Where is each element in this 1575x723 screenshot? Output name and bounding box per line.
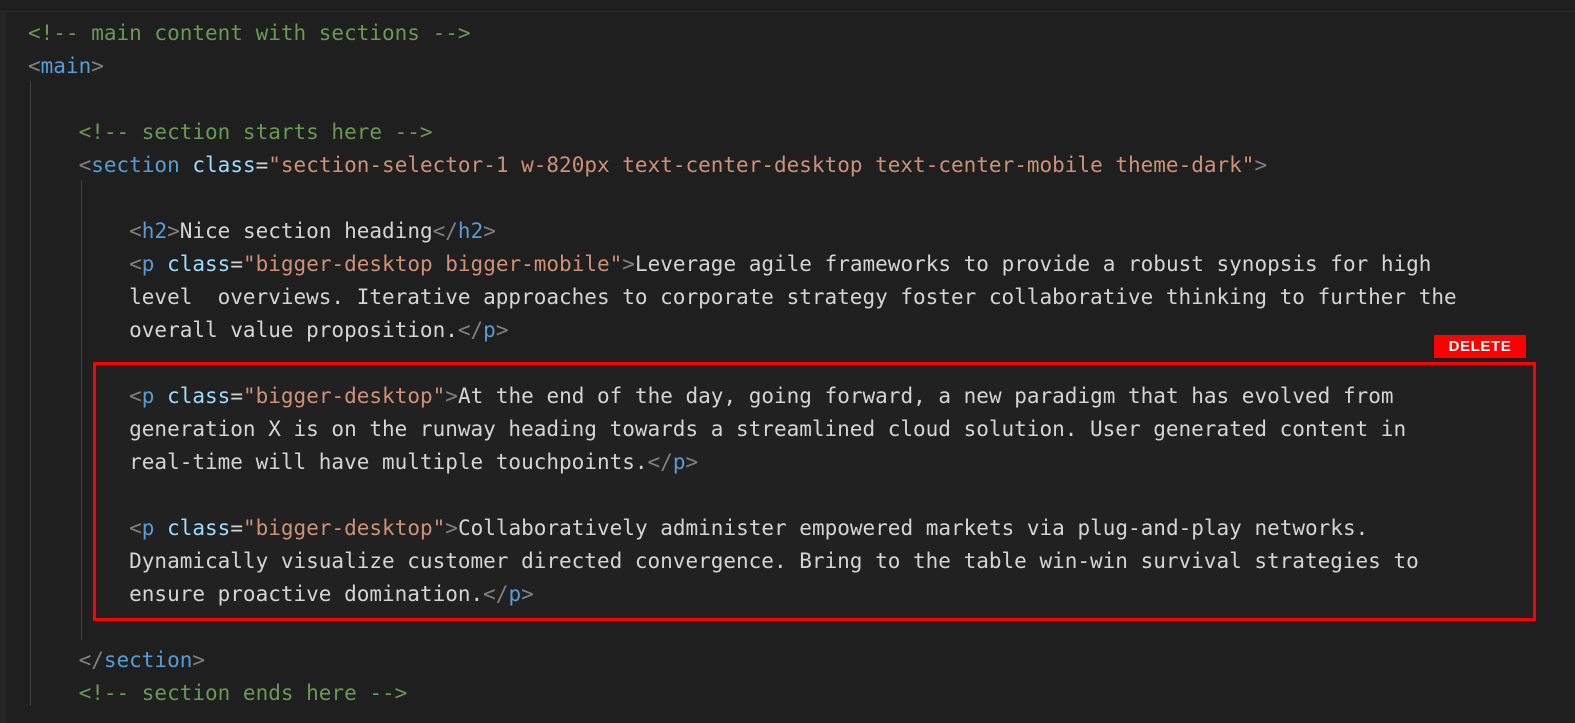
line-p1-a-token-3: class (167, 252, 231, 276)
line-h2-token-6: > (483, 219, 496, 243)
line-comment-section-start[interactable]: <!-- section starts here --> (0, 116, 1575, 149)
line-p2-a[interactable]: <p class="bigger-desktop">At the end of … (0, 380, 1575, 413)
line-section-open-token-1: section (91, 153, 180, 177)
line-p1-c-token-2: p (483, 318, 496, 342)
line-p2-c-token-0: real-time will have multiple touchpoints… (28, 450, 648, 474)
line-p3-a-token-2 (154, 516, 167, 540)
line-blank-1[interactable] (0, 83, 1575, 116)
line-p2-a-token-1: p (141, 384, 155, 408)
line-section-close-token-0: </ (28, 648, 104, 672)
line-p1-a-token-2 (154, 252, 167, 276)
delete-badge[interactable]: DELETE (1434, 335, 1526, 358)
line-p3-a-token-6: > (445, 516, 458, 540)
editor-top-divider (0, 11, 1575, 12)
line-p1-a-token-4: = (230, 252, 243, 276)
line-p1-a-token-7: Leverage agile frameworks to provide a r… (634, 252, 1432, 276)
line-p3-c-token-0: ensure proactive domination. (28, 582, 484, 606)
line-blank-1-token-0 (28, 87, 41, 111)
line-p3-c[interactable]: ensure proactive domination.</p> (0, 578, 1575, 611)
line-p3-b[interactable]: Dynamically visualize customer directed … (0, 545, 1575, 578)
line-p2-a-token-2 (154, 384, 167, 408)
line-comment-section-start-token-0: <!-- section starts here --> (28, 120, 433, 144)
line-p2-a-token-5: "bigger-desktop" (242, 384, 446, 408)
line-p3-a-token-1: p (141, 516, 155, 540)
line-blank-4-token-0 (28, 483, 41, 507)
line-p3-a-token-0: < (28, 516, 142, 540)
line-blank-2-token-0 (28, 186, 41, 210)
line-blank-5-token-0 (28, 615, 41, 639)
line-main-open-token-2: > (91, 54, 104, 78)
line-blank-3-token-0 (28, 351, 41, 375)
line-p3-b-token-0: Dynamically visualize customer directed … (28, 549, 1419, 573)
line-blank-3[interactable] (0, 347, 1575, 380)
line-p1-a[interactable]: <p class="bigger-desktop bigger-mobile">… (0, 248, 1575, 281)
line-p1-c-token-3: > (495, 318, 509, 342)
line-p1-c-token-1: </ (457, 318, 484, 342)
line-p3-a-token-7: Collaboratively administer empowered mar… (457, 516, 1369, 540)
line-section-close[interactable]: </section> (0, 644, 1575, 677)
line-p3-a-token-4: = (230, 516, 243, 540)
line-p2-a-token-4: = (230, 384, 243, 408)
line-section-close-token-1: section (103, 648, 193, 672)
line-p2-b[interactable]: generation X is on the runway heading to… (0, 413, 1575, 446)
line-p1-b-token-0: level overviews. Iterative approaches to… (28, 285, 1457, 309)
line-section-open-token-5: "section-selector-1 w-820px text-center-… (268, 153, 1255, 177)
line-section-open-token-6: > (1254, 153, 1268, 177)
line-p1-a-token-5: "bigger-desktop bigger-mobile" (242, 252, 623, 276)
line-main-open[interactable]: <main> (0, 50, 1575, 83)
line-p2-a-token-0: < (28, 384, 142, 408)
line-comment-main-open-token-0: <!-- main content with sections --> (28, 21, 471, 45)
line-p2-c-token-1: </ (647, 450, 673, 474)
line-h2[interactable]: <h2>Nice section heading</h2> (0, 215, 1575, 248)
line-p2-c-token-2: p (672, 450, 686, 474)
line-section-open-token-2 (180, 153, 193, 177)
line-p3-a-token-5: "bigger-desktop" (242, 516, 446, 540)
code-editor[interactable]: <!-- main content with sections --> <main… (0, 0, 1575, 723)
line-p1-b[interactable]: level overviews. Iterative approaches to… (0, 281, 1575, 314)
line-p3-c-token-3: > (521, 582, 534, 606)
line-h2-token-4: </ (432, 219, 458, 243)
line-p1-a-token-1: p (141, 252, 155, 276)
line-h2-token-2: > (167, 219, 180, 243)
line-p2-b-token-0: generation X is on the runway heading to… (28, 417, 1407, 441)
line-p1-a-token-6: > (622, 252, 635, 276)
code-content[interactable]: <!-- main content with sections --> <main… (0, 17, 1575, 710)
line-section-close-token-2: > (192, 648, 206, 672)
line-p3-c-token-2: p (508, 582, 522, 606)
line-section-open-token-3: class (192, 153, 256, 177)
line-p1-a-token-0: < (28, 252, 142, 276)
line-p2-c-token-3: > (685, 450, 699, 474)
line-p3-c-token-1: </ (483, 582, 509, 606)
line-p2-a-token-7: At the end of the day, going forward, a … (457, 384, 1394, 408)
line-main-open-token-1: main (40, 54, 92, 78)
line-blank-2[interactable] (0, 182, 1575, 215)
line-main-open-token-0: < (28, 54, 41, 78)
line-p2-a-token-6: > (445, 384, 458, 408)
line-p1-c-token-0: overall value proposition. (28, 318, 458, 342)
line-blank-4[interactable] (0, 479, 1575, 512)
line-comment-section-end-token-0: <!-- section ends here --> (28, 681, 408, 705)
line-p1-c[interactable]: overall value proposition.</p> (0, 314, 1575, 347)
line-comment-main-open[interactable]: <!-- main content with sections --> (0, 17, 1575, 50)
line-comment-section-end[interactable]: <!-- section ends here --> (0, 677, 1575, 710)
line-section-open-token-0: < (28, 153, 92, 177)
line-p3-a[interactable]: <p class="bigger-desktop">Collaborativel… (0, 512, 1575, 545)
line-h2-token-5: h2 (457, 219, 484, 243)
line-h2-token-3: Nice section heading (179, 219, 433, 243)
line-section-open-token-4: = (255, 153, 269, 177)
line-p2-a-token-3: class (167, 384, 231, 408)
line-p2-c[interactable]: real-time will have multiple touchpoints… (0, 446, 1575, 479)
line-h2-token-0: < (28, 219, 142, 243)
line-blank-5[interactable] (0, 611, 1575, 644)
line-p3-a-token-3: class (167, 516, 231, 540)
line-section-open[interactable]: <section class="section-selector-1 w-820… (0, 149, 1575, 182)
line-h2-token-1: h2 (141, 219, 168, 243)
